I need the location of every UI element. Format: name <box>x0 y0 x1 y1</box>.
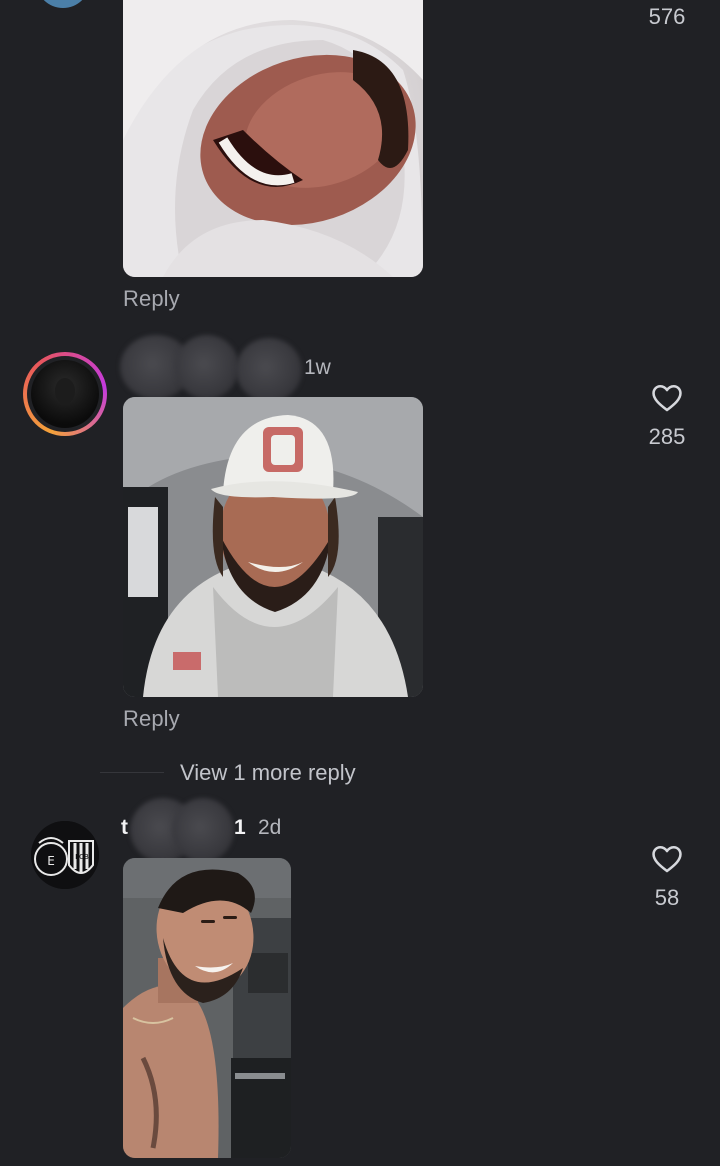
username-redacted <box>172 798 234 862</box>
username-start: t <box>121 816 128 839</box>
crest-letter: E <box>47 854 55 868</box>
avatar <box>31 360 99 428</box>
username-end: 1 <box>234 816 246 839</box>
photo-man-in-cap-in-car <box>123 397 423 697</box>
comment-image[interactable] <box>123 858 291 1158</box>
thread-line <box>100 772 164 773</box>
reply-button[interactable]: Reply <box>123 706 180 732</box>
view-more-replies-button[interactable]: View 1 more reply <box>180 760 356 786</box>
comment-time: 1w <box>304 356 331 379</box>
like-count: 576 <box>648 4 686 29</box>
like-count: 285 <box>648 424 686 449</box>
club-crests-icon: E FCB <box>31 821 99 889</box>
avatar[interactable] <box>36 0 90 8</box>
heart-outline-icon <box>652 845 682 873</box>
avatar[interactable]: E FCB <box>31 821 99 889</box>
username-redacted <box>236 338 302 402</box>
like-button[interactable] <box>650 381 684 420</box>
photo-smiling-man-in-kitchen <box>123 858 291 1158</box>
like-button[interactable] <box>650 842 684 881</box>
avatar-story-ring[interactable] <box>23 352 107 436</box>
comment-image[interactable] <box>123 397 423 697</box>
photo-laughing-man-in-towel <box>123 0 423 277</box>
comment-time: 2d <box>258 816 282 839</box>
crest-letter: FCB <box>75 853 89 861</box>
heart-outline-icon <box>652 384 682 412</box>
comment-image[interactable] <box>123 0 423 277</box>
reply-button[interactable]: Reply <box>123 286 180 312</box>
username-redacted <box>175 335 239 399</box>
like-count: 58 <box>654 885 680 910</box>
